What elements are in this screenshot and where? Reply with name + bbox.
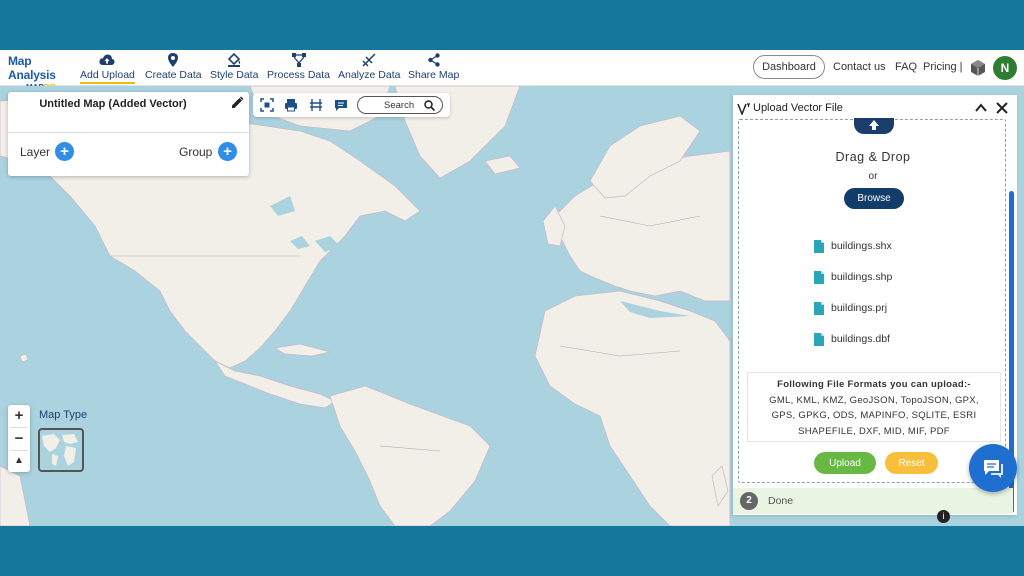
add-group-button[interactable]: + bbox=[218, 142, 237, 161]
share-icon bbox=[427, 52, 440, 68]
search-input[interactable]: Search bbox=[357, 96, 443, 114]
formats-line: GPS, GPKG, ODS, MAPINFO, SQLITE, ESRI bbox=[771, 410, 977, 421]
drag-drop-label: Drag & Drop bbox=[835, 150, 911, 164]
step-indicator: 2 Done bbox=[733, 488, 1013, 514]
file-item: buildings.shx bbox=[814, 238, 892, 254]
file-name: buildings.prj bbox=[831, 302, 888, 314]
map-title: Untitled Map (Added Vector) bbox=[39, 98, 187, 110]
file-icon bbox=[814, 332, 824, 346]
nav-create-data[interactable]: Create Data bbox=[145, 52, 202, 84]
screen-frame-bottom bbox=[0, 526, 1024, 576]
pricing-link[interactable]: Pricing | bbox=[923, 61, 963, 73]
nav-style-data[interactable]: Style Data bbox=[210, 52, 258, 84]
user-avatar[interactable]: N bbox=[993, 56, 1017, 80]
group-label: Group bbox=[179, 145, 213, 159]
or-label: or bbox=[868, 171, 878, 182]
supported-formats-box: Following File Formats you can upload:- … bbox=[747, 372, 1001, 442]
step-number: 2 bbox=[740, 492, 758, 510]
faq-link[interactable]: FAQ bbox=[895, 61, 917, 73]
file-dropzone[interactable]: Drag & Drop or Browse buildings.shx buil… bbox=[738, 118, 1006, 483]
upload-panel-title: Upload Vector File bbox=[753, 102, 843, 114]
paint-bucket-icon bbox=[227, 52, 241, 68]
add-layer-button[interactable]: + bbox=[55, 142, 74, 161]
fullscreen-icon[interactable] bbox=[260, 98, 274, 112]
nav-process-data[interactable]: Process Data bbox=[267, 52, 330, 84]
layer-panel: Untitled Map (Added Vector) Layer + Grou… bbox=[8, 92, 249, 176]
file-item: buildings.shp bbox=[814, 269, 892, 285]
file-name: buildings.shp bbox=[831, 271, 893, 283]
contact-us-link[interactable]: Contact us bbox=[833, 61, 886, 73]
map-type-thumbnail[interactable] bbox=[38, 428, 84, 472]
file-name: buildings.dbf bbox=[831, 333, 890, 345]
reset-button[interactable]: Reset bbox=[885, 452, 938, 474]
map-type-label: Map Type bbox=[39, 409, 88, 421]
file-item: buildings.prj bbox=[814, 300, 887, 316]
file-icon bbox=[814, 270, 824, 284]
step-label: Done bbox=[768, 495, 794, 507]
browse-button[interactable]: Browse bbox=[844, 188, 904, 209]
cloud-upload-icon bbox=[99, 52, 116, 68]
formats-line: SHAPEFILE, DXF, MID, MIF, PDF bbox=[798, 425, 950, 437]
chat-button[interactable] bbox=[969, 444, 1017, 492]
search-icon[interactable] bbox=[424, 100, 436, 112]
file-icon bbox=[814, 301, 824, 315]
upload-button[interactable]: Upload bbox=[814, 452, 876, 474]
search-label: Search bbox=[384, 99, 415, 111]
zoom-controls: + − ▲ bbox=[8, 405, 30, 472]
dashboard-button[interactable]: Dashboard bbox=[753, 55, 825, 79]
formats-heading: Following File Formats you can upload:- bbox=[777, 379, 971, 390]
file-name: buildings.shx bbox=[831, 240, 892, 252]
print-icon[interactable] bbox=[284, 98, 298, 112]
info-icon[interactable]: i bbox=[937, 510, 950, 523]
cube-icon[interactable] bbox=[969, 59, 987, 77]
nav-add-upload[interactable]: Add Upload bbox=[80, 52, 135, 84]
nav-analyze-data[interactable]: Analyze Data bbox=[338, 52, 400, 84]
nav-share-map[interactable]: Share Map bbox=[408, 52, 459, 84]
screen-frame-top bbox=[0, 0, 1024, 50]
close-icon[interactable] bbox=[995, 101, 1009, 115]
analyze-chart-icon bbox=[362, 52, 376, 68]
upload-cloud-icon bbox=[854, 118, 894, 134]
compass-reset-button[interactable]: ▲ bbox=[8, 450, 30, 472]
logo-title: Map Analysis bbox=[8, 54, 56, 82]
map-toolbar: Search bbox=[253, 93, 450, 117]
panel-divider bbox=[8, 132, 249, 133]
map-pin-icon bbox=[168, 52, 179, 68]
comment-icon[interactable] bbox=[334, 98, 348, 112]
zoom-out-button[interactable]: − bbox=[8, 428, 30, 450]
layer-label: Layer bbox=[20, 145, 51, 159]
edit-pencil-icon[interactable] bbox=[230, 96, 244, 110]
chat-icon bbox=[984, 460, 1003, 478]
file-icon bbox=[814, 239, 824, 253]
file-item: buildings.dbf bbox=[814, 331, 890, 347]
chevron-up-icon[interactable] bbox=[974, 101, 988, 115]
formats-line: GML, KML, KMZ, GeoJSON, TopoJSON, GPX, bbox=[769, 394, 979, 406]
measure-icon[interactable] bbox=[309, 98, 323, 112]
zoom-in-button[interactable]: + bbox=[8, 405, 30, 427]
vector-icon bbox=[737, 102, 751, 117]
process-nodes-icon bbox=[291, 52, 306, 68]
